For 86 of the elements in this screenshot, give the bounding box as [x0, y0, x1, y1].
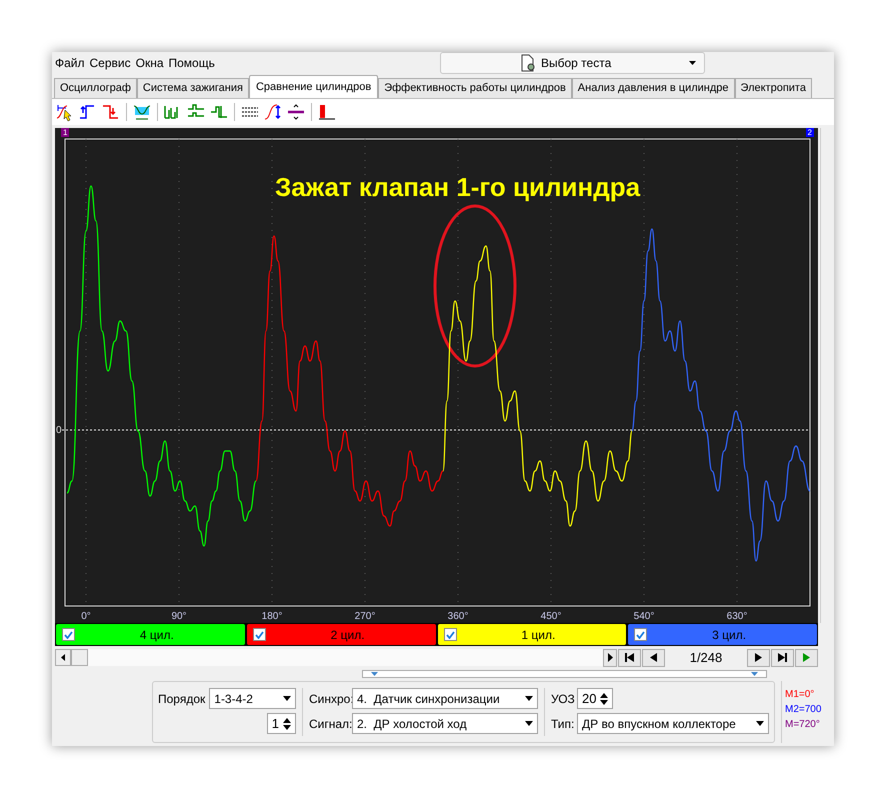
- menu-item[interactable]: Сервис: [90, 54, 131, 72]
- dropdown-value: ДР во впускном коллекторе: [582, 716, 736, 732]
- spin-field[interactable]: 20: [577, 688, 614, 709]
- tab[interactable]: Сравнение цилиндров: [248, 75, 378, 98]
- zero-label: 0: [56, 424, 62, 438]
- spinner-arrows-icon: [600, 692, 608, 706]
- previous-icon: [649, 653, 658, 662]
- play-icon: [802, 653, 811, 662]
- caret-icon: [283, 696, 291, 701]
- tab[interactable]: Анализ давления в цилиндре: [572, 78, 735, 98]
- document-gear-icon: [519, 54, 537, 72]
- dropdown-value: 2. ДР холостой ход: [357, 716, 467, 732]
- marker-reading: M=720°: [785, 718, 821, 732]
- caret-icon: [525, 696, 533, 701]
- axis-label: 0°: [81, 610, 91, 624]
- caret-icon: [525, 721, 533, 726]
- dropdown-field[interactable]: 2. ДР холостой ход: [352, 713, 538, 734]
- tab[interactable]: Система зажигания: [136, 78, 249, 98]
- marker-reading: M1=0°: [785, 688, 816, 702]
- nav-button[interactable]: [618, 648, 641, 666]
- spin-value: 1: [272, 714, 279, 733]
- next-icon: [754, 653, 763, 662]
- cylinder-legend[interactable]: 3 цил.: [628, 624, 817, 645]
- dropdown-field[interactable]: ДР во впускном коллекторе: [577, 713, 769, 734]
- legend-label: 1 цил.: [520, 626, 556, 644]
- legend-label: 2 цил.: [330, 626, 366, 644]
- scroll-thumb[interactable]: [71, 649, 88, 666]
- axis-label: 90°: [171, 610, 187, 624]
- left-arrow-icon: [61, 654, 65, 661]
- dropdown-field[interactable]: 1-3-4-2: [209, 688, 296, 709]
- caret-icon: [689, 61, 696, 65]
- checkbox[interactable]: [444, 628, 456, 641]
- splitter-arrow-icon: [751, 672, 758, 676]
- play-icon: [606, 653, 614, 662]
- field-label: УОЗ: [551, 690, 573, 708]
- marker-tag: 2: [806, 128, 814, 137]
- check-icon: [254, 630, 264, 638]
- dropdown-value: 4. Датчик синхронизации: [357, 690, 500, 708]
- cylinder-legend[interactable]: 4 цил.: [56, 624, 245, 645]
- axis-label: 270°: [354, 610, 376, 624]
- nav-button[interactable]: [642, 648, 665, 666]
- legend-label: 4 цил.: [138, 626, 175, 644]
- tab[interactable]: Осциллограф: [54, 78, 137, 98]
- tab[interactable]: Эффективность работы цилиндров: [378, 78, 572, 98]
- check-icon: [446, 630, 454, 638]
- legend-label: 3 цил.: [711, 626, 748, 644]
- splitter-arrow-icon: [371, 672, 378, 676]
- axis-label: 180°: [262, 610, 282, 624]
- scale-icon: [263, 102, 283, 122]
- nav-button[interactable]: [771, 648, 794, 666]
- checkbox[interactable]: [252, 628, 266, 641]
- scroll-left-button[interactable]: [55, 649, 71, 666]
- dropdown-field[interactable]: 4. Датчик синхронизации: [352, 688, 538, 709]
- axis-label: 360°: [448, 610, 468, 624]
- menu-item[interactable]: Файл: [55, 54, 85, 72]
- spin-field[interactable]: 1: [266, 713, 296, 734]
- marker-reading: M2=700: [785, 703, 822, 717]
- spinner-arrows-icon: [283, 716, 291, 730]
- marker-tag: 1: [61, 128, 70, 137]
- axis-label: 450°: [540, 610, 562, 624]
- tab[interactable]: Электропита: [734, 78, 812, 98]
- divider-icon: [286, 102, 306, 122]
- menu-item[interactable]: Помощь: [168, 54, 215, 72]
- test-selector-dropdown[interactable]: Выбор теста: [440, 52, 705, 74]
- nav-button[interactable]: [603, 648, 617, 666]
- skip-start-icon: [625, 653, 634, 662]
- checkbox[interactable]: [634, 628, 648, 641]
- spin-value: 20: [582, 690, 596, 708]
- caret-icon: [756, 721, 764, 726]
- cylinder-legend[interactable]: 1 цил.: [438, 624, 626, 645]
- frame-counter: 1/248: [688, 648, 724, 667]
- annotation-text: Зажат клапан 1-го цилиндра: [275, 171, 640, 204]
- axis-label: 540°: [634, 610, 654, 624]
- checkbox[interactable]: [62, 628, 75, 641]
- field-label: Сигнал:: [309, 716, 349, 732]
- field-label: Порядок: [158, 690, 206, 708]
- bar-icon: [317, 102, 337, 122]
- cylinder-legend[interactable]: 2 цил.: [246, 624, 436, 645]
- dropdown-value: 1-3-4-2: [214, 690, 253, 708]
- menu-item[interactable]: Окна: [136, 54, 164, 72]
- check-icon: [64, 630, 73, 638]
- check-icon: [636, 630, 646, 638]
- field-label: Тип:: [551, 716, 573, 732]
- nav-button[interactable]: [747, 648, 770, 666]
- axis-label: 630°: [726, 610, 748, 624]
- skip-end-icon: [778, 653, 787, 662]
